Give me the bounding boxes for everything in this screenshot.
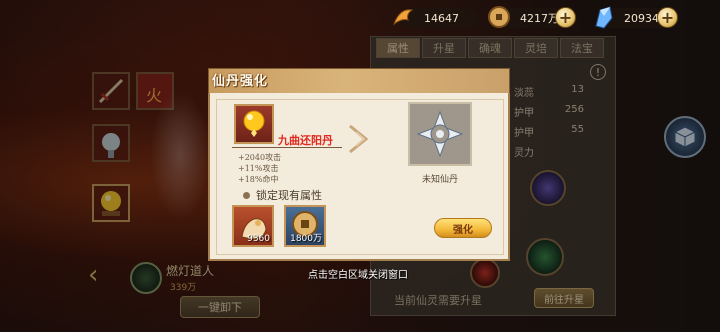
currency-copper: 4217万 +	[488, 6, 576, 28]
dialog-title: 仙丹强化	[212, 74, 269, 89]
material-count: 9360	[247, 234, 270, 244]
strengthen-button[interactable]: 强化	[434, 218, 492, 238]
elixir-bonus: +2040攻击	[238, 153, 282, 162]
elixir-bonus: +18%命中	[238, 175, 279, 184]
currency-spirit: 14647	[392, 8, 478, 28]
lock-attribute-label: 锁定现有属性	[256, 189, 322, 202]
fox-spirit-icon	[392, 9, 414, 26]
material-slot[interactable]: 9360	[232, 205, 274, 247]
add-crystal-button[interactable]: +	[657, 7, 678, 28]
currency-crystal: 20934 +	[595, 6, 678, 29]
unknown-elixir-label: 未知仙丹	[422, 175, 459, 185]
copper-coin-icon	[488, 6, 510, 28]
golden-pill-icon	[243, 110, 265, 137]
close-hint: 点击空白区域关闭窗口	[308, 270, 408, 281]
mystery-emblem-icon	[416, 110, 464, 158]
blue-crystal-icon	[595, 6, 613, 29]
material-count: 1800万	[290, 234, 322, 244]
current-elixir-slot[interactable]	[234, 104, 274, 144]
lock-attribute-toggle[interactable]	[243, 192, 250, 199]
elixir-name: 九曲还阳丹	[278, 134, 333, 147]
chevron-right-icon	[349, 124, 369, 154]
unknown-elixir-slot	[408, 102, 472, 166]
divider	[232, 147, 342, 148]
elixir-bonus: +11%攻击	[238, 164, 279, 173]
material-slot[interactable]: 1800万	[284, 205, 326, 247]
add-copper-button[interactable]: +	[555, 7, 576, 28]
